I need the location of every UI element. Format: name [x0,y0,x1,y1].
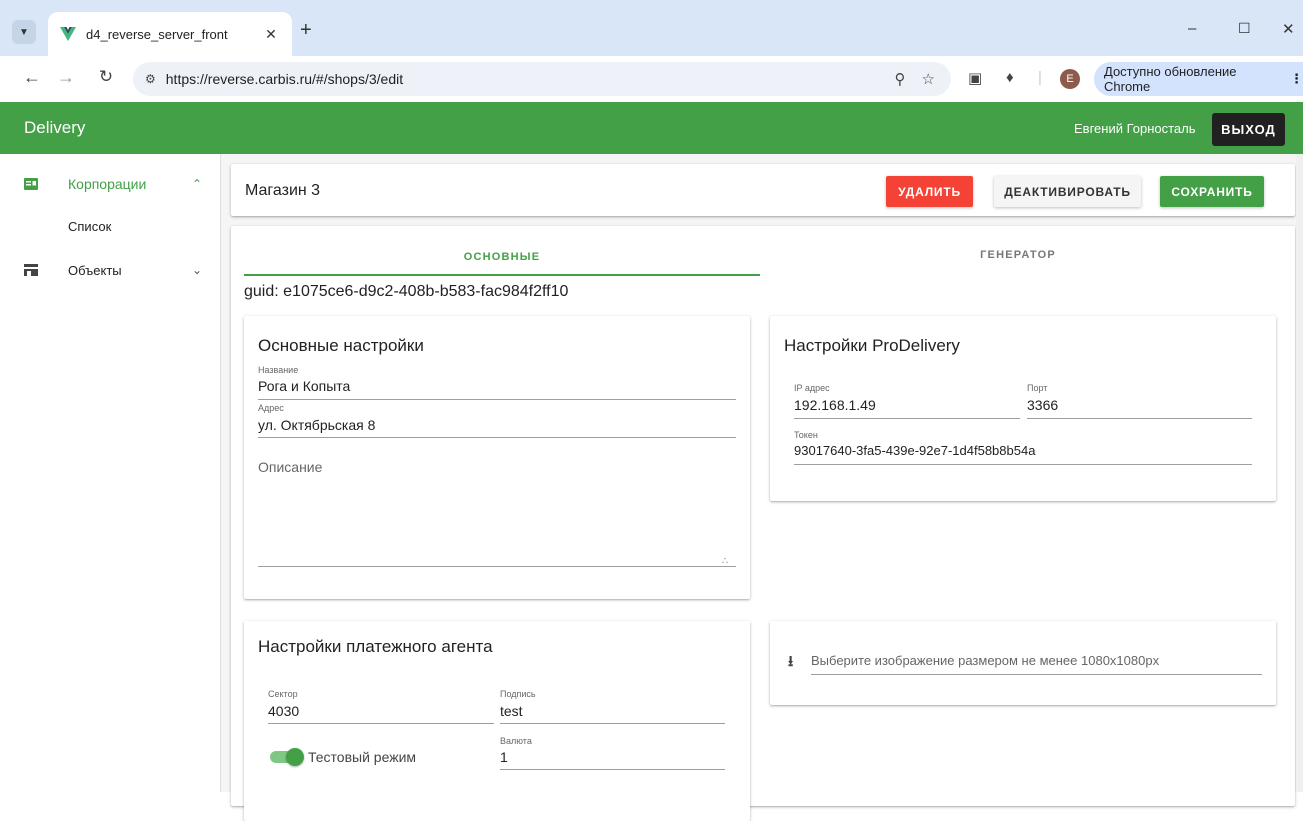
active-tab-indicator [244,274,760,276]
port-field[interactable]: 3366 [1027,397,1058,413]
ip-field-underline [794,418,1020,419]
content-panel: ОСНОВНЫЕ ГЕНЕРАТОР guid: e1075ce6-d9c2-4… [231,226,1295,821]
chevron-down-icon: ▼ [19,26,29,38]
token-field-underline [794,464,1252,465]
sector-field-label: Сектор [268,689,298,699]
url-text[interactable]: https://reverse.carbis.ru/#/shops/3/edit [166,71,895,87]
main-content: Магазин 3 УДАЛИТЬ ДЕАКТИВИРОВАТЬ СОХРАНИ… [221,154,1303,821]
test-mode-toggle-thumb[interactable] [286,748,304,766]
business-card-icon [24,178,38,190]
signature-field[interactable]: test [500,703,523,719]
currency-field[interactable]: 1 [500,749,508,765]
extensions-icon[interactable]: ♦ [1006,69,1014,86]
token-field[interactable]: 93017640-3fa5-439e-92e7-1d4f58b8b54a [794,443,1035,458]
app-header: Delivery Евгений Горносталь ВЫХОД [0,102,1303,154]
signature-field-label: Подпись [500,689,536,699]
currency-field-underline [500,769,725,770]
prodelivery-card: Настройки ProDelivery IP адрес 192.168.1… [770,316,1276,501]
sector-field[interactable]: 4030 [268,703,299,719]
image-file-input[interactable]: Выберите изображение размером не менее 1… [811,653,1159,668]
address-field-label: Адрес [258,403,284,413]
guid-text: guid: e1075ce6-d9c2-408b-b583-fac984f2ff… [244,283,569,300]
section-title: Настройки ProDelivery [784,336,960,355]
tab-search-button[interactable]: ▼ [12,20,36,44]
port-field-label: Порт [1027,383,1048,393]
window-close-icon[interactable]: ✕ [1282,20,1295,38]
section-title: Настройки платежного агента [258,637,493,656]
name-field-label: Название [258,365,299,375]
image-upload-card: ⭳ Выберите изображение размером не менее… [770,621,1276,705]
browser-tab[interactable]: d4_reverse_server_front ✕ [48,12,292,56]
chevron-down-icon: ⌄ [192,263,203,277]
test-mode-label: Тестовый режим [308,749,417,765]
new-tab-button[interactable]: + [300,20,312,40]
address-field-underline [258,437,736,438]
more-vert-icon[interactable]: ⋮ [1290,71,1303,87]
close-icon[interactable]: ✕ [262,26,280,43]
tab-generator[interactable]: ГЕНЕРАТОР [760,249,1276,261]
chevron-up-icon: ⌃ [192,177,203,191]
signature-field-underline [500,723,725,724]
profile-avatar[interactable]: E [1060,69,1080,89]
sidebar-item-objects[interactable]: Объекты ⌄ [0,250,221,290]
app-title: Delivery [24,118,86,137]
sidebar-item-label: Список [68,218,112,234]
sidebar-item-label: Корпорации [68,176,147,192]
sidebar-item-corporations[interactable]: Корпорации ⌃ [0,164,221,204]
upload-icon[interactable]: ⭳ [788,651,793,676]
screen-capture-icon[interactable]: ▣ [968,69,982,87]
sector-field-underline [268,723,494,724]
tab-main[interactable]: ОСНОВНЫЕ [244,251,760,263]
scrollbar-track[interactable] [1296,154,1303,792]
minimize-icon[interactable]: – [1188,20,1196,37]
sidebar-item-list[interactable]: Список [0,206,221,246]
payment-agent-card: Настройки платежного агента Сектор 4030 … [244,621,750,821]
description-textarea[interactable]: Описание [258,459,322,475]
page-title: Магазин 3 [245,182,321,199]
ip-field[interactable]: 192.168.1.49 [794,397,876,413]
user-name: Евгений Горносталь [1074,121,1196,136]
name-field[interactable]: Рога и Копыта [258,378,350,394]
forward-arrow-icon[interactable]: → [54,67,78,88]
delete-button[interactable]: УДАЛИТЬ [886,176,973,207]
basic-settings-card: Основные настройки Название Рога и Копыт… [244,316,750,599]
address-field[interactable]: ул. Октябрьская 8 [258,417,375,433]
image-input-underline [811,674,1262,675]
name-field-underline [258,399,736,400]
token-field-label: Токен [794,430,818,440]
zoom-icon[interactable]: ⚲ [895,70,906,88]
tab-title: d4_reverse_server_front [86,26,228,42]
site-info-icon[interactable]: ⚙ [145,72,156,86]
port-field-underline [1027,418,1252,419]
chrome-update-button[interactable]: Доступно обновление Chrome ⋮ [1094,62,1303,96]
toolbar-card: Магазин 3 УДАЛИТЬ ДЕАКТИВИРОВАТЬ СОХРАНИ… [231,164,1295,216]
omnibox[interactable]: ⚙ https://reverse.carbis.ru/#/shops/3/ed… [133,62,951,96]
update-label: Доступно обновление Chrome [1104,64,1237,94]
deactivate-button[interactable]: ДЕАКТИВИРОВАТЬ [994,176,1141,207]
currency-field-label: Валюта [500,736,532,746]
section-title: Основные настройки [258,336,424,355]
ip-field-label: IP адрес [794,383,830,393]
reload-icon[interactable]: ↻ [94,67,118,87]
vue-logo-icon [60,27,76,41]
bookmark-star-icon[interactable]: ☆ [922,70,935,88]
description-underline [258,566,736,567]
store-icon [24,264,38,276]
logout-button[interactable]: ВЫХОД [1212,113,1285,146]
back-arrow-icon[interactable]: ← [20,67,44,88]
sidebar-item-label: Объекты [68,262,122,278]
resize-handle-icon[interactable]: ∴ [722,556,728,567]
sidebar: Корпорации ⌃ Список Объекты ⌄ [0,154,221,792]
maximize-icon[interactable]: ☐ [1238,20,1251,37]
save-button[interactable]: СОХРАНИТЬ [1160,176,1264,207]
toolbar-divider: | [1038,69,1042,86]
address-bar: ← → ↻ ⚙ https://reverse.carbis.ru/#/shop… [0,56,1303,102]
browser-tab-bar: ▼ d4_reverse_server_front ✕ + – ☐ ✕ [0,0,1303,56]
